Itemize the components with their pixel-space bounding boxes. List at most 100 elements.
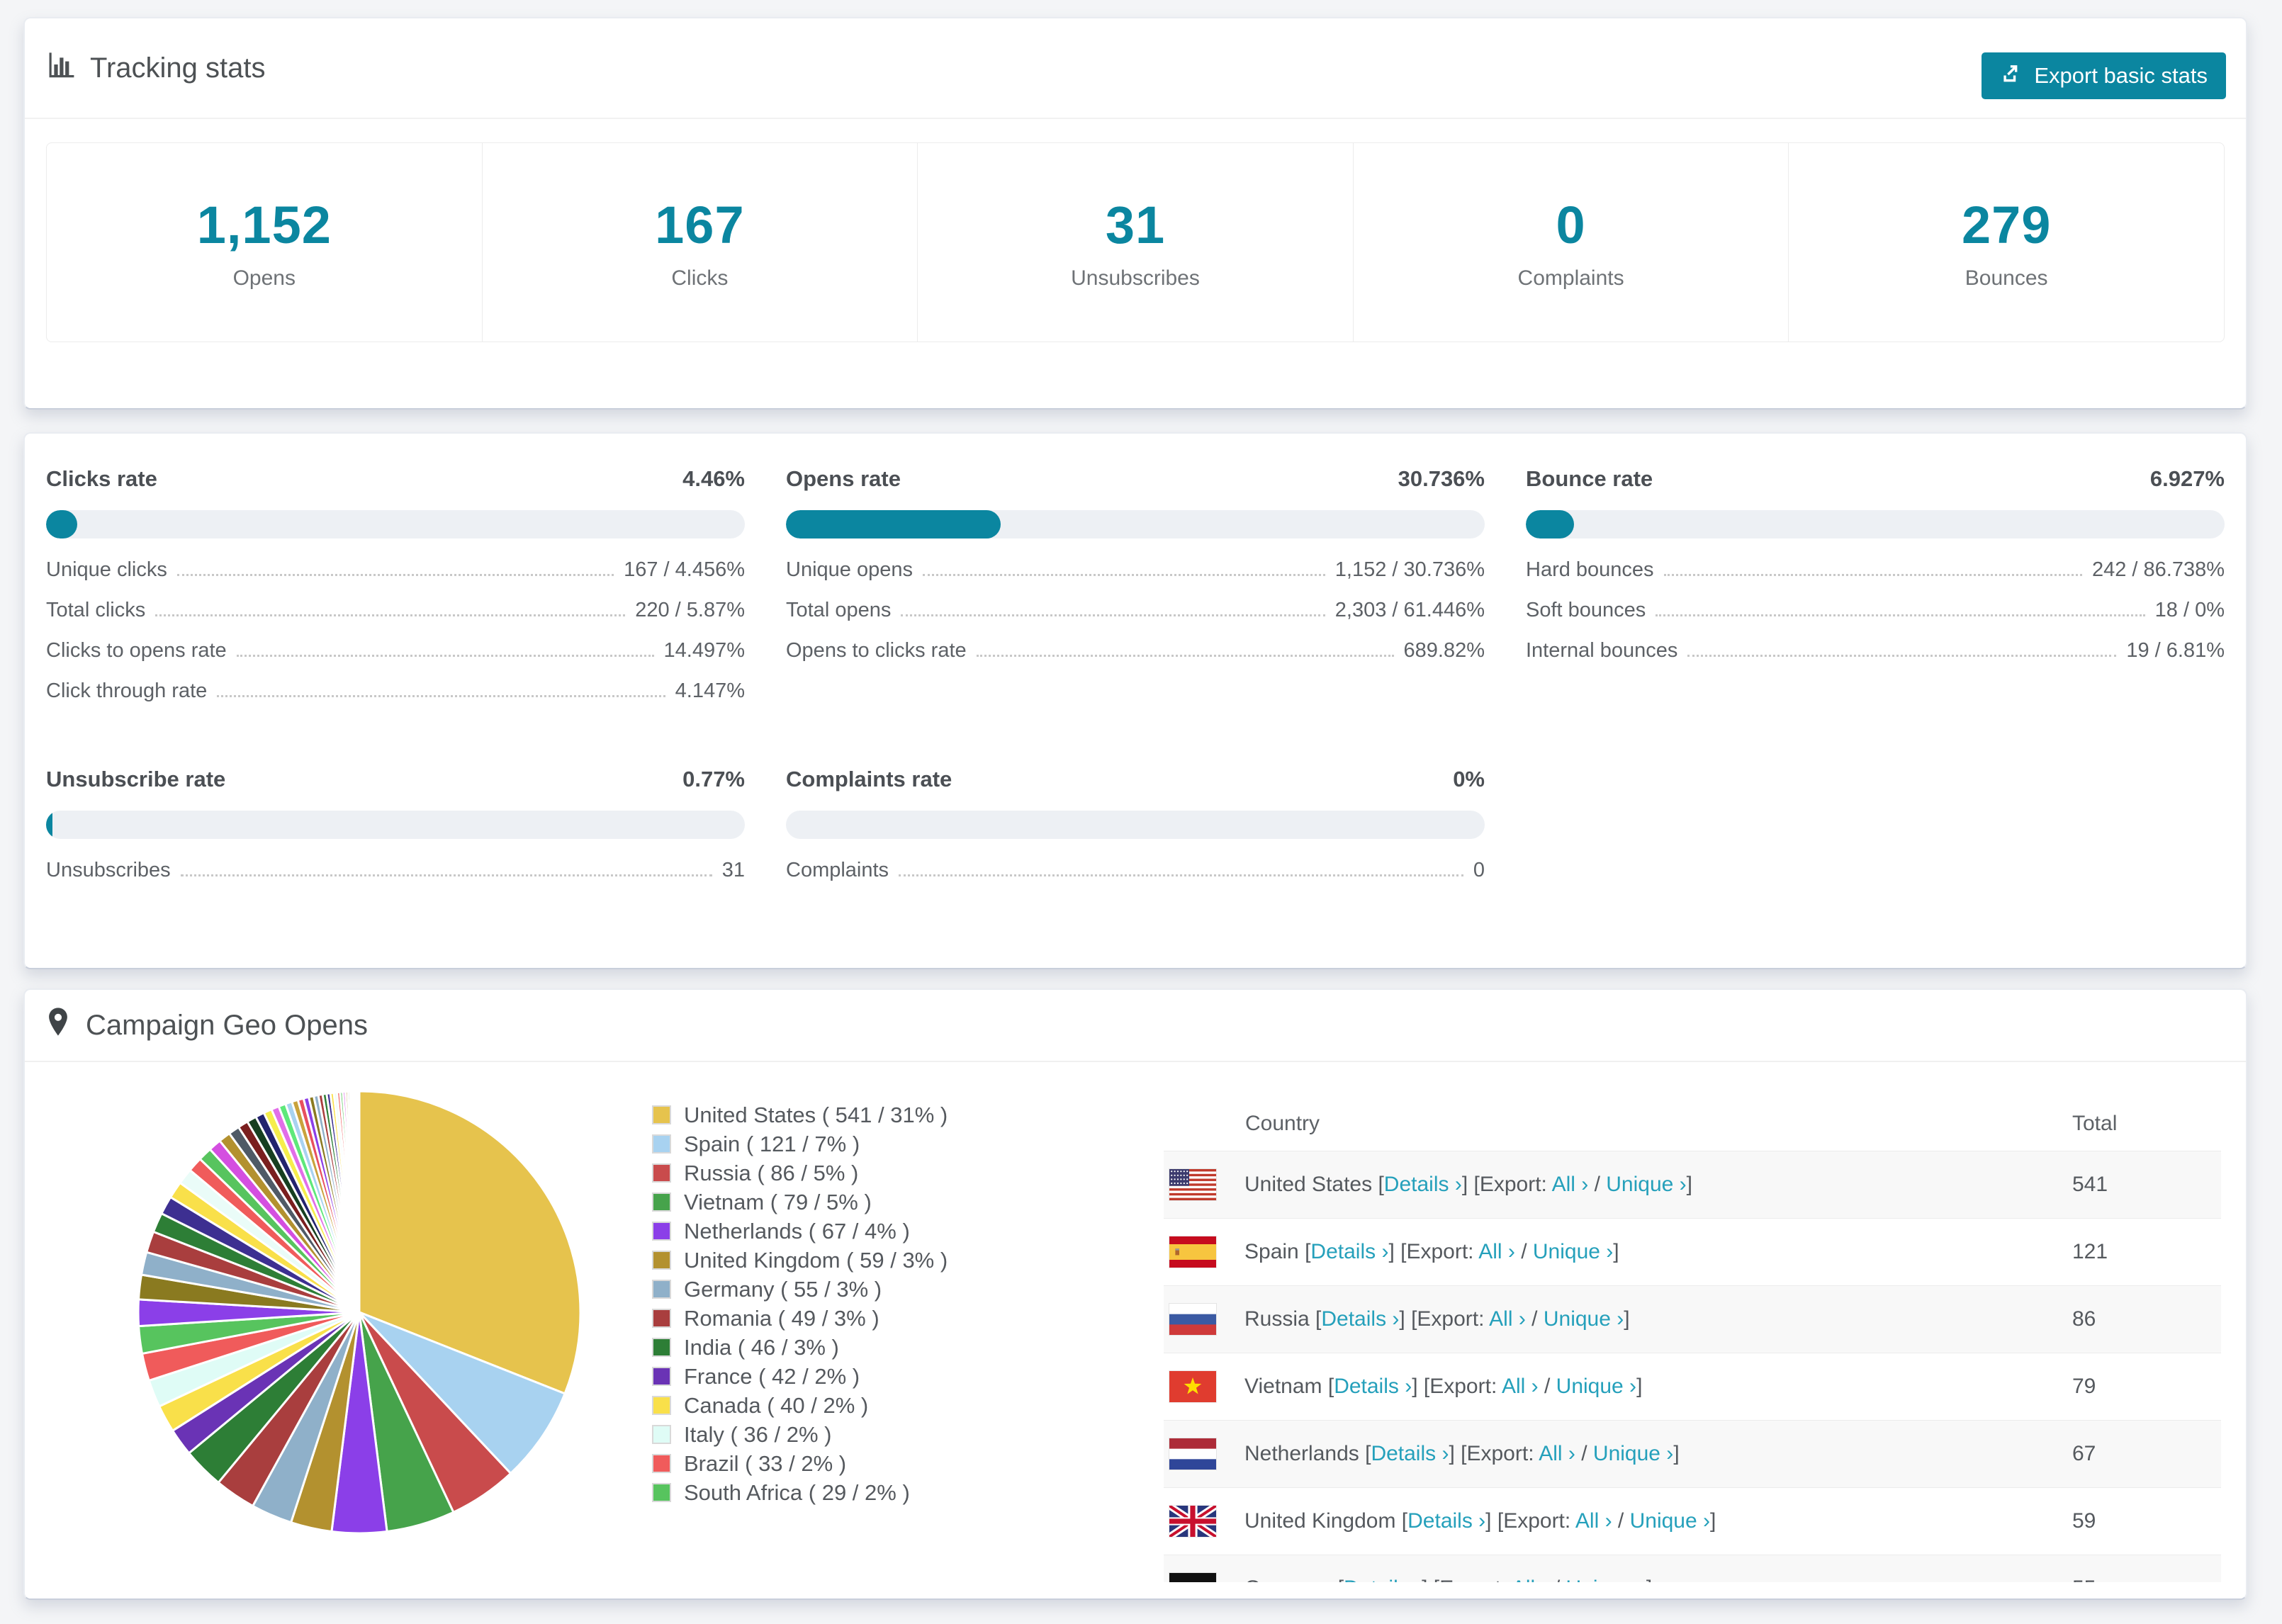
flag-us-icon	[1169, 1169, 1216, 1200]
export-unique-link[interactable]: Unique ›	[1544, 1307, 1624, 1331]
rate-row: Unique opens 1,152 / 30.736%	[786, 560, 1485, 580]
export-all-link[interactable]: All ›	[1489, 1307, 1526, 1331]
legend-item-brazil[interactable]: Brazil ( 33 / 2% )	[652, 1449, 948, 1478]
legend-label: South Africa ( 29 / 2% )	[684, 1479, 910, 1505]
country-cell: United Kingdom [Details ›] [Export: All …	[1164, 1506, 2072, 1537]
legend-item-netherlands[interactable]: Netherlands ( 67 / 4% )	[652, 1217, 948, 1246]
rate-row-value: 242 / 86.738%	[2091, 558, 2225, 581]
legend-item-south-africa[interactable]: South Africa ( 29 / 2% )	[652, 1478, 948, 1507]
legend-swatch	[652, 1425, 671, 1444]
rate-head: Clicks rate 4.46%	[46, 466, 745, 492]
geo-table-row-nl: Netherlands [Details ›] [Export: All › /…	[1164, 1420, 2221, 1487]
details-link[interactable]: Details ›	[1371, 1442, 1449, 1465]
progress-bar	[1526, 510, 2225, 538]
details-link[interactable]: Details ›	[1310, 1240, 1388, 1263]
rate-value: 4.46%	[682, 466, 745, 491]
export-basic-stats-button[interactable]: Export basic stats	[1982, 52, 2226, 99]
geo-opens-header: Campaign Geo Opens	[25, 990, 2246, 1062]
geo-opens-card: Campaign Geo Opens United States ( 541 /…	[23, 988, 2247, 1600]
export-unique-link[interactable]: Unique ›	[1533, 1240, 1613, 1263]
legend-swatch	[652, 1280, 671, 1299]
rate-row: Unsubscribes 31	[46, 860, 745, 881]
rate-row: Total opens 2,303 / 61.446%	[786, 600, 1485, 621]
geo-table-row-vn: Vietnam [Details ›] [Export: All › / Uni…	[1164, 1353, 2221, 1420]
rate-row-label: Clicks to opens rate	[46, 639, 227, 662]
total-cell: 86	[2072, 1307, 2096, 1331]
rate-row-label: Internal bounces	[1526, 639, 1678, 662]
legend-item-france[interactable]: France ( 42 / 2% )	[652, 1362, 948, 1391]
rates-grid: Clicks rate 4.46% Unique clicks 167 / 4.456…	[25, 434, 2246, 933]
rate-row-value: 18 / 0%	[2154, 599, 2225, 621]
export-unique-link[interactable]: Unique ›	[1556, 1375, 1636, 1398]
stat-box-clicks: 167 Clicks	[481, 143, 918, 342]
stat-box-bounces: 279 Bounces	[1788, 143, 2224, 342]
export-unique-link[interactable]: Unique ›	[1630, 1509, 1710, 1533]
legend-item-vietnam[interactable]: Vietnam ( 79 / 5% )	[652, 1188, 948, 1217]
export-all-link[interactable]: All ›	[1575, 1509, 1612, 1533]
rate-row-label: Unique clicks	[46, 558, 167, 581]
rate-row-value: 689.82%	[1403, 639, 1485, 662]
export-unique-link[interactable]: Unique ›	[1593, 1442, 1673, 1465]
total-cell: 79	[2072, 1375, 2096, 1398]
legend-item-germany[interactable]: Germany ( 55 / 3% )	[652, 1275, 948, 1304]
legend-label: Romania ( 49 / 3% )	[684, 1305, 879, 1331]
geo-legend: United States ( 541 / 31% ) Spain ( 121 /…	[652, 1100, 948, 1507]
progress-bar	[46, 811, 745, 839]
legend-item-italy[interactable]: Italy ( 36 / 2% )	[652, 1420, 948, 1449]
export-all-link[interactable]: All ›	[1478, 1240, 1515, 1263]
legend-item-india[interactable]: India ( 46 / 3% )	[652, 1333, 948, 1362]
export-all-link[interactable]: All ›	[1539, 1442, 1575, 1465]
stat-value: 279	[1961, 195, 2052, 254]
country-cell: Netherlands [Details ›] [Export: All › /…	[1164, 1438, 2072, 1470]
progress-bar	[46, 510, 745, 538]
dotted-leader	[1663, 574, 2082, 576]
legend-label: France ( 42 / 2% )	[684, 1363, 860, 1389]
details-link[interactable]: Details ›	[1321, 1307, 1399, 1331]
rate-title: Bounce rate	[1526, 466, 1653, 491]
legend-item-united-states[interactable]: United States ( 541 / 31% )	[652, 1100, 948, 1129]
rate-value: 0%	[1453, 767, 1485, 791]
legend-item-romania[interactable]: Romania ( 49 / 3% )	[652, 1304, 948, 1333]
legend-label: Germany ( 55 / 3% )	[684, 1276, 882, 1302]
legend-swatch	[652, 1134, 671, 1154]
rate-row: Internal bounces 19 / 6.81%	[1526, 641, 2225, 661]
legend-item-russia[interactable]: Russia ( 86 / 5% )	[652, 1158, 948, 1188]
flag-gb-icon	[1169, 1506, 1216, 1537]
rate-row: Complaints 0	[786, 860, 1485, 881]
export-all-link[interactable]: All ›	[1502, 1375, 1539, 1398]
legend-item-spain[interactable]: Spain ( 121 / 7% )	[652, 1129, 948, 1158]
export-icon	[2000, 61, 2024, 91]
legend-swatch	[652, 1251, 671, 1270]
progress-bar-fill	[1526, 510, 1575, 538]
legend-item-united-kingdom[interactable]: United Kingdom ( 59 / 3% )	[652, 1246, 948, 1275]
stat-value: 31	[1105, 195, 1166, 254]
legend-swatch	[652, 1309, 671, 1328]
total-cell: 121	[2072, 1240, 2108, 1263]
total-cell: 541	[2072, 1173, 2108, 1196]
country-cell: Spain [Details ›] [Export: All › / Uniqu…	[1164, 1236, 2072, 1268]
details-link[interactable]: Details ›	[1384, 1173, 1462, 1196]
legend-label: Netherlands ( 67 / 4% )	[684, 1218, 910, 1244]
rate-row: Click through rate 4.147%	[46, 681, 745, 701]
rates-card: Clicks rate 4.46% Unique clicks 167 / 4.456…	[23, 432, 2247, 969]
stat-box-complaints: 0 Complaints	[1352, 143, 1789, 342]
country-cell: United States [Details ›] [Export: All ›…	[1164, 1169, 2072, 1200]
details-link[interactable]: Details ›	[1407, 1509, 1485, 1533]
legend-label: United Kingdom ( 59 / 3% )	[684, 1247, 948, 1273]
export-unique-link[interactable]: Unique ›	[1606, 1173, 1686, 1196]
legend-swatch	[652, 1192, 671, 1212]
legend-item-canada[interactable]: Canada ( 40 / 2% )	[652, 1391, 948, 1420]
stat-box-opens: 1,152 Opens	[47, 143, 482, 342]
progress-bar-fill	[786, 510, 1001, 538]
rate-row-value: 220 / 5.87%	[635, 599, 745, 621]
tracking-stats-title-wrap: Tracking stats	[46, 50, 265, 86]
rate-row-value: 19 / 6.81%	[2126, 639, 2225, 662]
export-all-link[interactable]: All ›	[1552, 1173, 1589, 1196]
stat-box-unsubscribes: 31 Unsubscribes	[917, 143, 1353, 342]
legend-swatch	[652, 1396, 671, 1415]
details-link[interactable]: Details ›	[1334, 1375, 1412, 1398]
rate-row-label: Complaints	[786, 859, 889, 881]
legend-label: India ( 46 / 3% )	[684, 1334, 839, 1360]
rate-row: Opens to clicks rate 689.82%	[786, 641, 1485, 661]
rate-row: Soft bounces 18 / 0%	[1526, 600, 2225, 621]
